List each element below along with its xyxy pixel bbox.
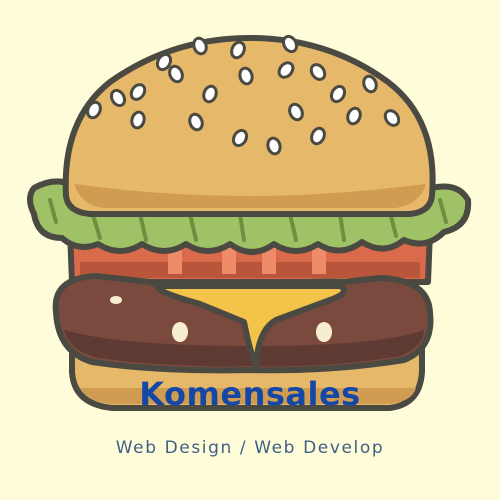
- burger-logo-illustration: [27, 34, 472, 411]
- top-bun: [62, 35, 436, 217]
- tagline: Web Design / Web Develop: [115, 438, 385, 458]
- brand-name: Komensales: [139, 375, 361, 413]
- burger-icon: [27, 34, 472, 411]
- tomato-shade: [80, 262, 420, 278]
